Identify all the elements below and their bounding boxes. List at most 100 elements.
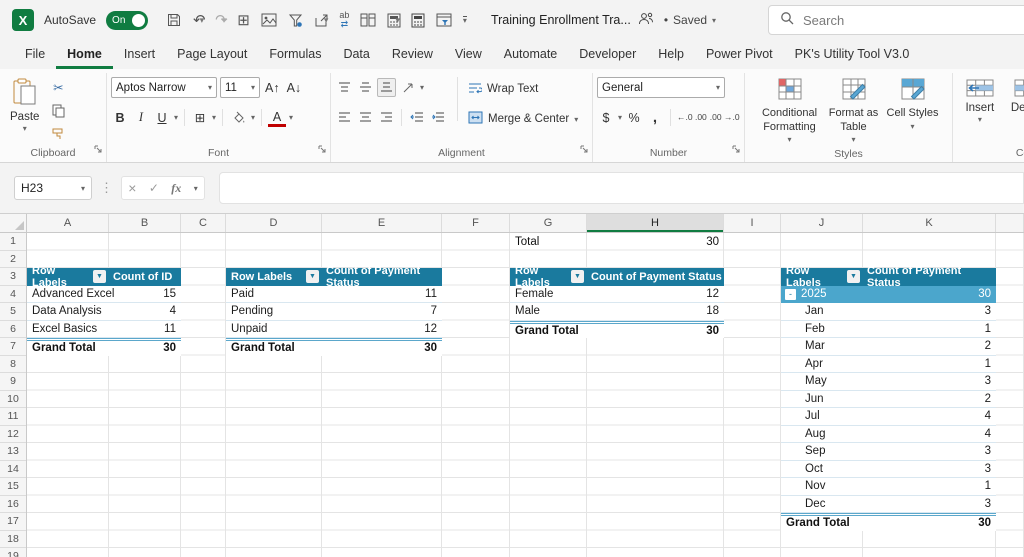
pivot4-month-row[interactable]: Nov 1 [781, 478, 996, 496]
column-header-b[interactable]: B [109, 214, 181, 232]
search-input[interactable] [803, 12, 983, 28]
document-title[interactable]: Training Enrollment Tra... [491, 12, 654, 28]
enter-button[interactable]: ✓ [149, 181, 159, 195]
font-dialog-launcher-icon[interactable] [318, 141, 327, 159]
tab-automate[interactable]: Automate [493, 47, 569, 69]
wrap-text-button[interactable]: Wrap Text [468, 78, 578, 100]
row-header-16[interactable]: 16 [0, 496, 26, 513]
row-header-13[interactable]: 13 [0, 443, 26, 461]
picture-icon[interactable] [261, 13, 277, 27]
row-header-8[interactable]: 8 [0, 356, 26, 373]
pivot1-row[interactable]: Data Analysis 4 [27, 303, 181, 321]
font-color-button[interactable]: A [268, 108, 286, 127]
currency-format-button[interactable]: $ [597, 108, 615, 127]
row-header-18[interactable]: 18 [0, 531, 26, 548]
cut-button[interactable]: ✂ [49, 78, 67, 97]
tab-developer[interactable]: Developer [568, 47, 647, 69]
pivot4-month-row[interactable]: Jun 2 [781, 391, 996, 408]
tab-pks-utility-tool[interactable]: PK's Utility Tool V3.0 [784, 47, 921, 69]
column-header-g[interactable]: G [510, 214, 587, 232]
tab-view[interactable]: View [444, 47, 493, 69]
customize-qat-icon[interactable]: ▾ [462, 15, 467, 25]
pivot4-row-labels-header[interactable]: Row Labels [786, 265, 847, 289]
pivot1-row[interactable]: Advanced Excel 15 [27, 286, 181, 303]
pivot1-row-labels-header[interactable]: Row Labels [32, 265, 93, 289]
column-header-a[interactable]: A [27, 214, 109, 232]
pivot4-month-row[interactable]: Oct 3 [781, 461, 996, 478]
merge-center-button[interactable]: Merge & Center ▾ [468, 108, 578, 130]
copy-button[interactable] [49, 101, 67, 120]
percent-format-button[interactable]: % [625, 108, 643, 127]
pivot1-value-header[interactable]: Count of ID [109, 268, 181, 286]
fill-color-button[interactable] [229, 108, 248, 127]
cancel-button[interactable]: × [128, 180, 136, 196]
row-header-1[interactable]: 1 [0, 233, 26, 251]
cell-g1-total-label[interactable]: Total [510, 233, 587, 251]
column-header-k[interactable]: K [863, 214, 996, 232]
borders-grid-icon[interactable]: ⊞ [237, 13, 250, 28]
row-header-10[interactable]: 10 [0, 391, 26, 408]
pivot3-row-labels-header[interactable]: Row Labels [515, 265, 571, 289]
row-header-15[interactable]: 15 [0, 478, 26, 496]
form-filter-icon[interactable] [436, 13, 452, 27]
row-header-17[interactable]: 17 [0, 513, 26, 531]
row-header-6[interactable]: 6 [0, 321, 26, 338]
row-header-9[interactable]: 9 [0, 373, 26, 391]
number-dialog-launcher-icon[interactable] [732, 141, 741, 159]
cell-styles-button[interactable]: Cell Styles ▾ [885, 75, 941, 132]
format-as-table-button[interactable]: Format as Table ▾ [823, 75, 885, 145]
search-box[interactable] [768, 5, 1024, 35]
tab-insert[interactable]: Insert [113, 47, 166, 69]
tab-page-layout[interactable]: Page Layout [166, 47, 258, 69]
filter-settings-icon[interactable] [288, 13, 303, 28]
font-size-select[interactable]: 11 ▾ [220, 77, 260, 98]
pivot1-filter-icon[interactable]: ▼ [93, 270, 106, 284]
excel-logo-icon[interactable]: X [12, 9, 34, 31]
pivot4-value-header[interactable]: Count of Payment Status [863, 265, 996, 289]
tab-help[interactable]: Help [647, 47, 695, 69]
orientation-button[interactable] [399, 78, 417, 97]
pivot4-month-row[interactable]: Apr 1 [781, 356, 996, 373]
bottom-align-button[interactable] [377, 78, 396, 97]
column-header-i[interactable]: I [724, 214, 781, 232]
pivot4-month-row[interactable]: Aug 4 [781, 426, 996, 443]
pivot3-value-header[interactable]: Count of Payment Status [587, 268, 724, 286]
borders-button[interactable]: ⊞ [191, 108, 209, 127]
top-align-button[interactable] [335, 78, 353, 97]
pivot3-filter-icon[interactable]: ▼ [571, 270, 584, 284]
column-header-h-selected[interactable]: H [587, 214, 724, 232]
pivot4-month-row[interactable]: May 3 [781, 373, 996, 391]
calculator-dark-icon[interactable] [411, 13, 425, 28]
decrease-font-button[interactable]: A↓ [285, 78, 304, 97]
align-center-button[interactable] [356, 108, 374, 127]
align-right-button[interactable] [377, 108, 395, 127]
redo-icon[interactable]: ↷ ▾ [215, 13, 228, 28]
format-painter-button[interactable] [49, 124, 67, 143]
tab-formulas[interactable]: Formulas [258, 47, 332, 69]
underline-button[interactable]: U [153, 108, 171, 127]
calculator-icon[interactable]: ▾ [387, 13, 401, 28]
middle-align-button[interactable] [356, 78, 374, 97]
pivot3-row[interactable]: Female 12 [510, 286, 724, 303]
column-header-e[interactable]: E [322, 214, 442, 232]
alignment-dialog-launcher-icon[interactable] [580, 141, 589, 159]
tab-home[interactable]: Home [56, 47, 113, 69]
formula-input[interactable] [219, 172, 1024, 204]
pivot4-month-row[interactable]: Mar 2 [781, 338, 996, 356]
comma-format-button[interactable]: , [646, 108, 664, 127]
pivot4-month-row[interactable]: Dec 3 [781, 496, 996, 513]
pivot2-value-header[interactable]: Count of Payment Status [322, 265, 442, 289]
pivot2-row[interactable]: Pending 7 [226, 303, 442, 321]
saved-status[interactable]: • Saved ▾ [664, 13, 716, 27]
name-box[interactable]: H23 ▾ [14, 176, 92, 200]
increase-decimal-button[interactable]: ←.0 .00 [677, 112, 707, 122]
pivot2-row-labels-header[interactable]: Row Labels [231, 271, 292, 283]
column-header-f[interactable]: F [442, 214, 510, 232]
tab-data[interactable]: Data [332, 47, 380, 69]
pivot2-row[interactable]: Unpaid 12 [226, 321, 442, 338]
number-format-select[interactable]: General ▾ [597, 77, 725, 98]
column-header-j[interactable]: J [781, 214, 863, 232]
row-header-11[interactable]: 11 [0, 408, 26, 426]
delete-cells-button[interactable]: Delete ▾ [1005, 75, 1024, 124]
column-header-c[interactable]: C [181, 214, 226, 232]
